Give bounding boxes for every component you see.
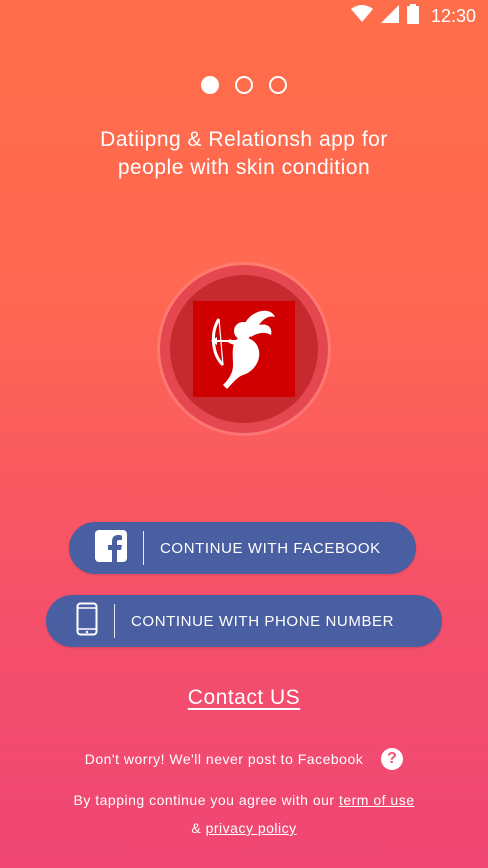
terms-notice: By tapping continue you agree with our t… xyxy=(0,786,488,842)
phone-icon xyxy=(76,602,98,641)
continue-phone-button[interactable]: CONTINUE WITH PHONE NUMBER xyxy=(46,595,442,647)
facebook-note: Don't worry! We'll never post to Faceboo… xyxy=(0,748,488,770)
terms-ampersand: & xyxy=(191,820,206,836)
terms-prefix: By tapping continue you agree with our xyxy=(73,792,339,808)
tagline-line-2: people with skin condition xyxy=(117,156,371,179)
page-dot-1[interactable] xyxy=(201,76,219,94)
facebook-button-label: CONTINUE WITH FACEBOOK xyxy=(160,539,381,557)
help-icon[interactable]: ? xyxy=(381,748,404,770)
page-dot-3[interactable] xyxy=(269,76,287,94)
phone-button-label: CONTINUE WITH PHONE NUMBER xyxy=(131,612,395,630)
term-of-use-link[interactable]: term of use xyxy=(339,792,415,808)
page-dot-2[interactable] xyxy=(235,76,253,94)
button-divider xyxy=(114,604,115,638)
page-indicator xyxy=(0,76,488,94)
battery-icon xyxy=(406,3,419,29)
cupid-icon xyxy=(193,301,295,397)
cell-signal-icon xyxy=(380,4,399,28)
wifi-icon xyxy=(350,4,373,28)
status-time: 12:30 xyxy=(430,5,476,26)
button-divider xyxy=(143,531,144,565)
status-bar: 12:30 xyxy=(0,0,488,32)
facebook-icon xyxy=(95,529,127,567)
logo-circle xyxy=(170,275,318,423)
contact-us: Contact US xyxy=(0,686,488,710)
tagline-line-1: Datiipng & Relationsh app for xyxy=(100,128,388,151)
facebook-note-text: Don't worry! We'll never post to Faceboo… xyxy=(84,751,364,767)
continue-facebook-button[interactable]: CONTINUE WITH FACEBOOK xyxy=(69,522,416,574)
app-logo xyxy=(160,265,328,433)
app-tagline: Datiipng & Relationsh app for people wit… xyxy=(0,126,488,182)
privacy-policy-link[interactable]: privacy policy xyxy=(206,820,297,836)
contact-us-link[interactable]: Contact US xyxy=(188,686,300,709)
